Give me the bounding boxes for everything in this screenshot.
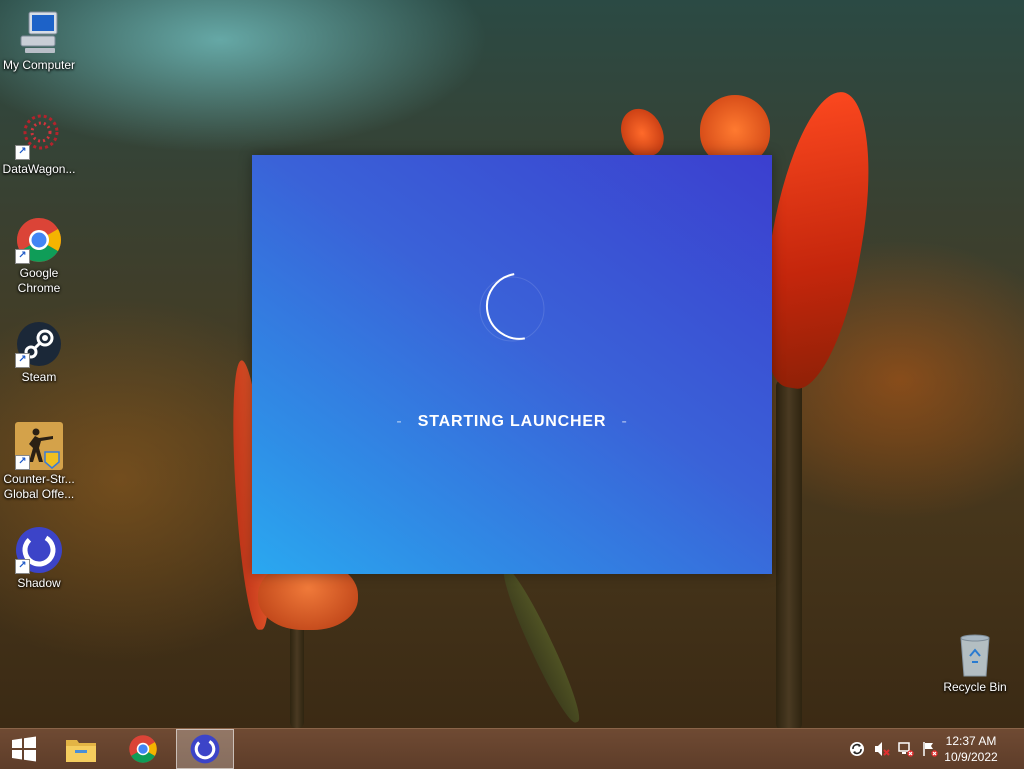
chrome-icon — [129, 735, 157, 763]
launcher-status-text: STARTING LAUNCHER — [417, 413, 607, 430]
desktop-icon-label: DataWagon... — [2, 162, 76, 176]
desktop-icon-label: Counter-Str... Global Offe... — [3, 472, 75, 501]
desktop-icon-my-computer[interactable]: My Computer — [0, 8, 78, 73]
launcher-splash-window: - STARTING LAUNCHER - — [252, 155, 772, 574]
desktop-icon-label: Recycle Bin — [943, 680, 1007, 694]
shortcut-arrow-icon: ↗ — [15, 455, 30, 470]
desktop-icon-counter-strike[interactable]: ↗ Counter-Str... Global Offe... — [0, 422, 78, 502]
desktop-icon-label: Google Chrome — [17, 266, 61, 295]
datawagon-icon: ↗ — [15, 112, 63, 160]
desktop-icon-label: Steam — [21, 370, 57, 384]
shortcut-arrow-icon: ↗ — [15, 249, 30, 264]
loading-spinner-icon — [479, 273, 545, 342]
desktop-icon-datawagon[interactable]: ↗ DataWagon... — [0, 112, 78, 177]
windows-start-icon — [12, 736, 36, 762]
desktop-icon-shadow[interactable]: ↗ Shadow — [0, 526, 78, 591]
start-button[interactable] — [0, 729, 48, 769]
desktop-icon-label: My Computer — [2, 58, 76, 72]
desktop-icon-google-chrome[interactable]: ↗ Google Chrome — [0, 216, 78, 296]
taskbar-shadow[interactable] — [176, 729, 234, 769]
taskbar-clock[interactable]: 12:37 AM 10/9/2022 — [936, 733, 1006, 765]
steam-icon: ↗ — [15, 320, 63, 368]
taskbar-google-chrome[interactable] — [119, 729, 167, 769]
network-disconnected-icon[interactable] — [898, 741, 914, 757]
chrome-icon: ↗ — [15, 216, 63, 264]
desktop-icon-steam[interactable]: ↗ Steam — [0, 320, 78, 385]
shadow-icon — [190, 734, 220, 764]
desktop-icon-label: Shadow — [17, 576, 61, 590]
status-dash-right: - — [621, 413, 628, 430]
folder-icon — [66, 740, 96, 762]
shortcut-arrow-icon: ↗ — [15, 353, 30, 368]
launcher-status: - STARTING LAUNCHER - — [252, 413, 772, 431]
wallpaper-stem-right — [776, 380, 802, 728]
computer-icon — [15, 8, 63, 56]
shortcut-arrow-icon: ↗ — [15, 145, 30, 160]
shortcut-arrow-icon: ↗ — [15, 559, 30, 574]
clock-date: 10/9/2022 — [944, 750, 998, 764]
wallpaper-leaf — [495, 563, 587, 727]
clock-time: 12:37 AM — [945, 734, 997, 748]
shadow-icon: ↗ — [15, 526, 63, 574]
csgo-icon: ↗ — [15, 422, 63, 470]
status-dash-left: - — [396, 413, 403, 430]
taskbar: 12:37 AM 10/9/2022 — [0, 728, 1024, 769]
desktop-icon-recycle-bin[interactable]: Recycle Bin — [936, 630, 1014, 695]
recycle-bin-icon — [951, 630, 999, 678]
volume-muted-icon[interactable] — [874, 741, 890, 757]
taskbar-file-explorer[interactable] — [57, 729, 105, 769]
sync-icon[interactable] — [849, 741, 865, 757]
